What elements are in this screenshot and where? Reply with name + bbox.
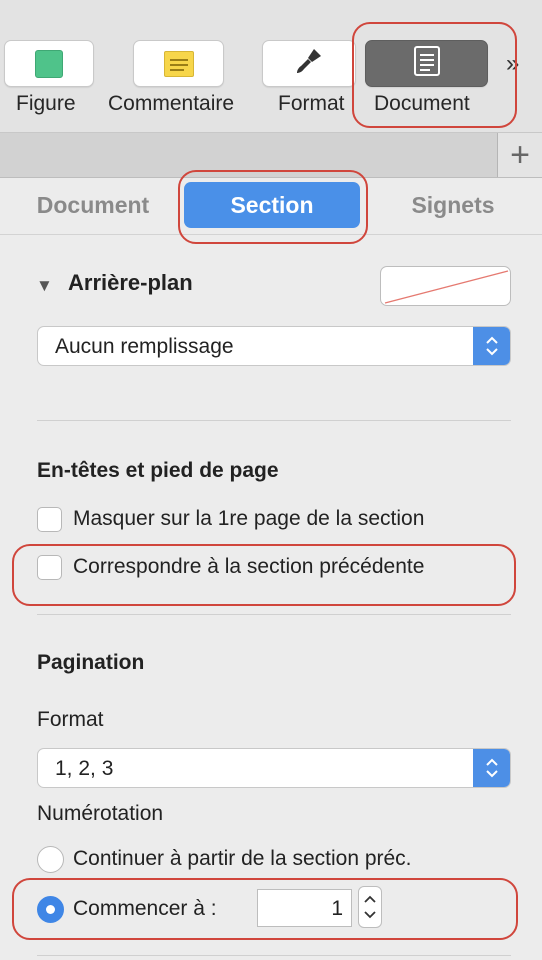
inspector-tabs: Document Section Signets [0,178,542,235]
select-arrows-icon [473,749,510,787]
divider [37,614,511,615]
page-format-value: 1, 2, 3 [55,757,114,780]
section-strip: + [0,133,542,178]
divider [37,420,511,421]
continue-radio-label: Continuer à partir de la section préc. [73,847,412,870]
match-previous-label: Correspondre à la section précédente [73,555,425,578]
format-paintbrush-icon [294,46,324,81]
toolbar-overflow-icon[interactable]: » [506,50,519,78]
fill-select-value: Aucun remplissage [55,335,234,358]
tab-section[interactable]: Section [184,182,360,228]
headers-footers-title: En-têtes et pied de page [37,459,279,482]
start-number-field[interactable]: 1 [257,889,352,927]
tab-document[interactable]: Document [14,182,172,228]
select-arrows-icon [473,327,510,365]
page-format-select[interactable]: 1, 2, 3 [37,748,511,788]
divider [37,955,511,956]
document-icon [413,45,441,82]
toolbar: » Figure Commentaire Format Document [0,0,542,133]
comment-note-icon [163,50,194,77]
stepper-arrows-icon [364,895,376,919]
figure-label: Figure [16,92,76,115]
figure-button[interactable] [4,40,94,87]
figure-square-icon [35,49,63,78]
document-label: Document [374,92,470,115]
start-number-value: 1 [331,897,343,920]
start-at-radio[interactable] [37,896,64,923]
start-at-radio-label: Commencer à : [73,897,217,920]
continue-radio[interactable] [37,846,64,873]
background-color-well[interactable] [380,266,511,306]
format-label: Format [278,92,345,115]
background-section-title: Arrière-plan [68,270,193,295]
plus-icon: + [510,135,530,174]
comment-label: Commentaire [108,92,235,115]
format-field-label: Format [37,708,104,731]
pagination-title: Pagination [37,651,145,674]
comment-button[interactable] [133,40,224,87]
disclosure-triangle-icon[interactable]: ▼ [36,276,53,296]
start-number-stepper[interactable] [358,886,382,928]
add-section-button[interactable]: + [497,133,542,177]
format-button[interactable] [262,40,356,87]
fill-select[interactable]: Aucun remplissage [37,326,511,366]
hide-first-page-checkbox[interactable] [37,507,62,532]
numbering-label: Numérotation [37,802,164,825]
tab-signets[interactable]: Signets [374,182,532,228]
document-button[interactable] [365,40,488,87]
match-previous-checkbox[interactable] [37,555,62,580]
hide-first-page-label: Masquer sur la 1re page de la section [73,507,425,530]
